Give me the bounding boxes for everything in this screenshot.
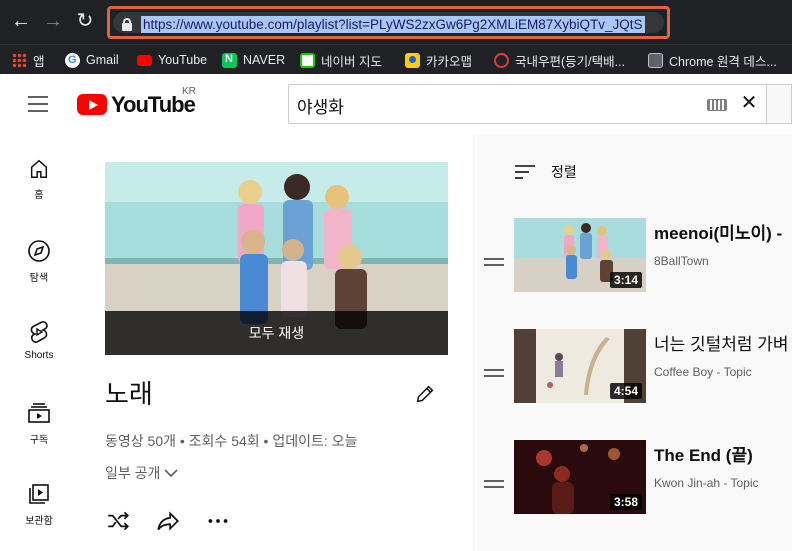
sort-icon <box>515 165 535 179</box>
sidebar-item-library[interactable]: 보관함 <box>0 468 78 542</box>
more-options-button[interactable] <box>205 508 233 536</box>
playlist-actions <box>105 508 233 536</box>
share-button[interactable] <box>155 508 183 536</box>
video-title[interactable]: meenoi(미노이) - <box>654 219 782 244</box>
list-item[interactable]: 3:14 meenoi(미노이) - 8BallTown <box>473 218 792 320</box>
play-all-button[interactable]: 모두 재생 <box>105 311 448 355</box>
bookmark-naver[interactable]: N NAVER <box>222 49 285 71</box>
shuffle-button[interactable] <box>105 508 133 536</box>
video-duration: 4:54 <box>609 383 642 399</box>
drag-handle-icon[interactable] <box>484 369 504 377</box>
search-input[interactable]: 야생화 ✕ <box>288 84 766 124</box>
playlist-video-list: 정렬 3:14 meenoi(미노이) - 8BallTown 4:54 너는 … <box>473 134 792 551</box>
youtube-logo[interactable]: YouTube KR <box>77 86 197 118</box>
playlist-stats: 동영상 50개 • 조회수 54회 • 업데이트: 오늘 <box>105 433 358 449</box>
bookmark-chrome-remote[interactable]: Chrome 원격 데스... <box>648 49 777 71</box>
video-duration: 3:58 <box>609 494 642 510</box>
sidebar-item-shorts[interactable]: Shorts <box>0 306 78 380</box>
youtube-icon <box>137 54 152 66</box>
keyboard-icon[interactable] <box>707 99 727 111</box>
home-icon <box>30 159 48 178</box>
forward-arrow-icon[interactable]: → <box>42 10 64 32</box>
sidebar: 홈 탐색 Shorts 구독 보관함 <box>0 134 78 551</box>
bookmark-youtube[interactable]: YouTube <box>137 49 207 71</box>
bookmark-post[interactable]: 국내우편(등기/택배... <box>494 49 625 71</box>
chevron-down-icon <box>164 469 178 478</box>
sidebar-item-explore[interactable]: 탐색 <box>0 225 78 299</box>
privacy-dropdown[interactable]: 일부 공개 <box>105 463 178 483</box>
playlist-header-panel: 모두 재생 노래 동영상 50개 • 조회수 54회 • 업데이트: 오늘 일부… <box>78 134 473 551</box>
subscriptions-icon <box>28 403 50 423</box>
sort-button[interactable]: 정렬 <box>515 162 577 182</box>
share-icon <box>157 511 179 531</box>
apps-grid-icon <box>12 52 27 68</box>
list-item[interactable]: 3:58 The End (끝) Kwon Jin-ah - Topic <box>473 440 792 542</box>
video-title[interactable]: 너는 깃털처럼 가벼 <box>654 330 789 355</box>
video-channel[interactable]: 8BallTown <box>654 254 709 268</box>
search-query[interactable]: 야생화 <box>297 93 344 118</box>
naver-map-icon <box>300 52 315 68</box>
drag-handle-icon[interactable] <box>484 480 504 488</box>
kakaomap-icon <box>405 52 420 68</box>
video-title[interactable]: The End (끝) <box>654 441 753 466</box>
bookmark-gmail[interactable]: G Gmail <box>65 49 119 71</box>
playlist-title: 노래 <box>105 379 153 409</box>
chrome-remote-icon <box>648 52 663 68</box>
reload-icon[interactable]: ↻ <box>74 10 96 32</box>
back-arrow-icon[interactable]: ← <box>10 10 32 32</box>
bookmarks-bar: 앱 G Gmail YouTube N NAVER 네이버 지도 카카오맵 국내… <box>0 44 792 74</box>
video-thumbnail[interactable]: 4:54 <box>514 329 646 403</box>
url-text[interactable]: https://www.youtube.com/playlist?list=PL… <box>141 16 645 33</box>
list-item[interactable]: 4:54 너는 깃털처럼 가벼 Coffee Boy - Topic <box>473 329 792 431</box>
address-bar-highlight: https://www.youtube.com/playlist?list=PL… <box>107 6 670 39</box>
library-icon <box>29 484 49 504</box>
video-channel[interactable]: Kwon Jin-ah - Topic <box>654 476 759 490</box>
post-icon <box>494 52 509 68</box>
video-channel[interactable]: Coffee Boy - Topic <box>654 365 752 379</box>
video-duration: 3:14 <box>609 272 642 288</box>
naver-icon: N <box>222 52 237 68</box>
more-horizontal-icon <box>208 519 228 523</box>
sidebar-item-subscriptions[interactable]: 구독 <box>0 387 78 461</box>
shorts-icon <box>30 321 48 343</box>
bookmark-kakaomap[interactable]: 카카오맵 <box>405 49 472 71</box>
pencil-icon[interactable] <box>414 383 436 405</box>
sidebar-item-home[interactable]: 홈 <box>0 144 78 218</box>
video-thumbnail[interactable]: 3:58 <box>514 440 646 514</box>
search-button[interactable] <box>766 84 792 124</box>
bookmark-apps[interactable]: 앱 <box>12 49 45 71</box>
shuffle-icon <box>108 511 129 531</box>
youtube-play-icon <box>77 94 107 115</box>
explore-icon <box>28 240 50 262</box>
video-thumbnail[interactable]: 3:14 <box>514 218 646 292</box>
close-icon[interactable]: ✕ <box>739 93 759 113</box>
youtube-header: YouTube KR 야생화 ✕ <box>0 74 792 134</box>
browser-toolbar: ← → ↻ https://www.youtube.com/playlist?l… <box>0 0 792 44</box>
address-bar[interactable]: https://www.youtube.com/playlist?list=PL… <box>113 12 664 33</box>
bookmark-naver-map[interactable]: 네이버 지도 <box>300 49 382 71</box>
google-icon: G <box>65 52 80 68</box>
menu-icon[interactable] <box>28 96 50 112</box>
drag-handle-icon[interactable] <box>484 258 504 266</box>
lock-icon[interactable] <box>122 18 132 31</box>
